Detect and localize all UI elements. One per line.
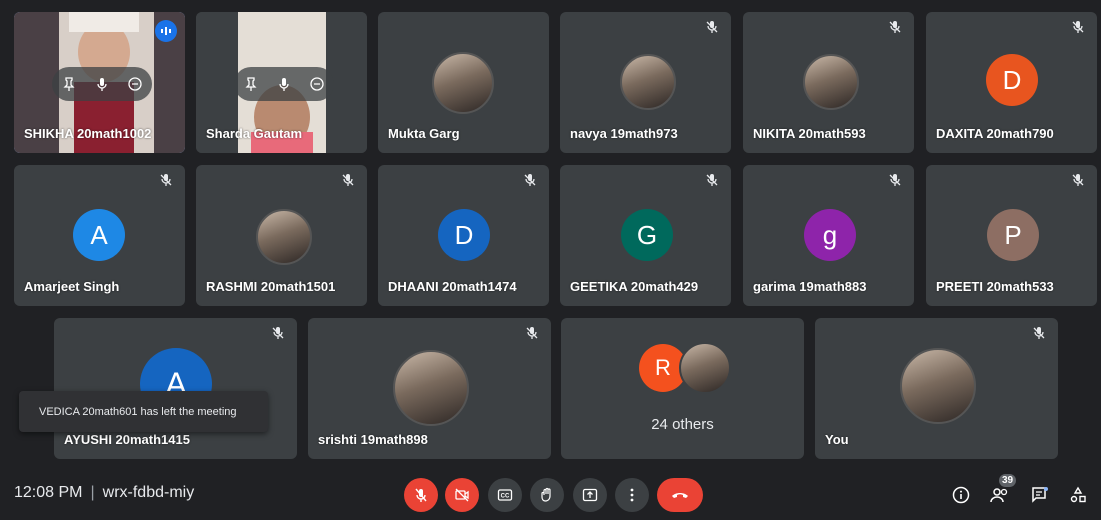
mic-off-icon [706, 21, 718, 33]
mic-off-icon [889, 174, 901, 186]
mic-off-icon [524, 174, 536, 186]
participant-name: garima 19math883 [753, 279, 867, 294]
participant-name: srishti 19math898 [318, 432, 428, 447]
participant-avatar [393, 350, 469, 426]
mic-off-icon [1033, 327, 1045, 339]
participant-count-badge: 39 [999, 474, 1017, 487]
mic-off-icon [272, 327, 284, 339]
participant-name: You [825, 432, 849, 447]
participant-tile[interactable]: g garima 19math883 [743, 165, 914, 306]
present-button[interactable] [573, 478, 607, 512]
more-options-button[interactable] [615, 478, 649, 512]
info-icon [952, 486, 970, 504]
participant-tile[interactable]: srishti 19math898 [308, 318, 551, 459]
mic-off-icon [706, 174, 718, 186]
others-count-label: 24 others [651, 416, 714, 433]
participant-tile[interactable]: D DHAANI 20math1474 [378, 165, 549, 306]
mic-off-icon [1072, 174, 1084, 186]
activities-icon [1070, 486, 1086, 503]
meeting-info: 12:08 PM | wrx-fdbd-miy [14, 484, 194, 502]
present-icon [582, 488, 598, 502]
captions-button[interactable]: CC [488, 478, 522, 512]
participant-tile[interactable]: Sharda Gautam [196, 12, 367, 153]
meeting-code: wrx-fdbd-miy [102, 484, 195, 501]
participant-name: RASHMI 20math1501 [206, 279, 336, 294]
participant-name: Amarjeet Singh [24, 279, 120, 294]
participant-tile[interactable]: G GEETIKA 20math429 [560, 165, 731, 306]
mic-off-icon [889, 21, 901, 33]
participant-name: PREETI 20math533 [936, 279, 1054, 294]
mic-toggle-button[interactable] [404, 478, 438, 512]
mic-off-icon [415, 488, 427, 502]
people-icon [990, 488, 1008, 503]
remove-icon[interactable] [127, 76, 143, 92]
leave-call-button[interactable] [657, 478, 703, 512]
participant-tile[interactable]: Mukta Garg [378, 12, 549, 153]
participant-tile[interactable]: A AYUSHI 20math1415 [54, 318, 297, 459]
participant-avatar: G [621, 209, 673, 261]
participant-name: AYUSHI 20math1415 [64, 432, 190, 447]
participant-avatar: A [73, 209, 125, 261]
participant-tile[interactable]: D DAXITA 20math790 [926, 12, 1097, 153]
mic-off-icon [342, 174, 354, 186]
participant-tile[interactable]: You [815, 318, 1058, 459]
participant-avatar [432, 52, 494, 114]
participant-tile[interactable]: navya 19math973 [560, 12, 731, 153]
meeting-details-button[interactable] [950, 484, 972, 506]
participant-tile[interactable]: SHIKHA 20math1002 [14, 12, 185, 153]
participant-avatar [620, 54, 676, 110]
separator: | [90, 484, 95, 501]
participant-tile[interactable]: A Amarjeet Singh [14, 165, 185, 306]
participant-avatar [679, 342, 731, 394]
chat-button[interactable] [1029, 484, 1051, 506]
mic-off-icon [1072, 21, 1084, 33]
participant-avatar: g [804, 209, 856, 261]
bottom-control-bar: 12:08 PM | wrx-fdbd-miy CC 39 [0, 468, 1101, 520]
raise-hand-button[interactable] [530, 478, 564, 512]
remove-icon[interactable] [309, 76, 325, 92]
participant-name: Sharda Gautam [206, 126, 303, 141]
camera-toggle-button[interactable] [445, 478, 479, 512]
participant-avatar [256, 209, 312, 265]
svg-text:CC: CC [501, 494, 510, 500]
captions-icon: CC [497, 489, 513, 501]
tile-hover-controls [234, 67, 334, 101]
mic-off-icon [526, 327, 538, 339]
more-options-icon [630, 488, 634, 502]
participant-avatar: D [438, 209, 490, 261]
participant-tile[interactable]: R 24 others [561, 318, 804, 459]
tile-hover-controls [52, 67, 152, 101]
pin-icon[interactable] [61, 76, 77, 92]
participant-avatar: D [986, 54, 1038, 106]
speaking-indicator-icon [155, 20, 177, 42]
participant-name: Mukta Garg [388, 126, 460, 141]
participant-name: GEETIKA 20math429 [570, 279, 699, 294]
participant-avatar [803, 54, 859, 110]
participant-name: SHIKHA 20math1002 [24, 126, 152, 141]
participant-tile[interactable]: NIKITA 20math593 [743, 12, 914, 153]
participant-avatar [900, 348, 976, 424]
participant-tile[interactable]: P PREETI 20math533 [926, 165, 1097, 306]
chat-icon [1032, 487, 1048, 503]
participant-name: DHAANI 20math1474 [388, 279, 517, 294]
participant-name: NIKITA 20math593 [753, 126, 866, 141]
participant-avatar: P [987, 209, 1039, 261]
activities-button[interactable] [1067, 484, 1089, 506]
mic-icon[interactable] [276, 76, 292, 92]
participant-name: DAXITA 20math790 [936, 126, 1054, 141]
mic-off-icon [160, 174, 172, 186]
clock-time: 12:08 PM [14, 484, 83, 501]
pin-icon[interactable] [243, 76, 259, 92]
participant-name: navya 19math973 [570, 126, 678, 141]
leave-call-icon [672, 493, 688, 498]
mic-icon[interactable] [94, 76, 110, 92]
people-button[interactable]: 39 [989, 474, 1017, 506]
camera-off-icon [455, 488, 469, 502]
participant-tile[interactable]: RASHMI 20math1501 [196, 165, 367, 306]
raise-hand-icon [541, 487, 551, 502]
notification-toast: VEDICA 20math601 has left the meeting [19, 391, 268, 432]
